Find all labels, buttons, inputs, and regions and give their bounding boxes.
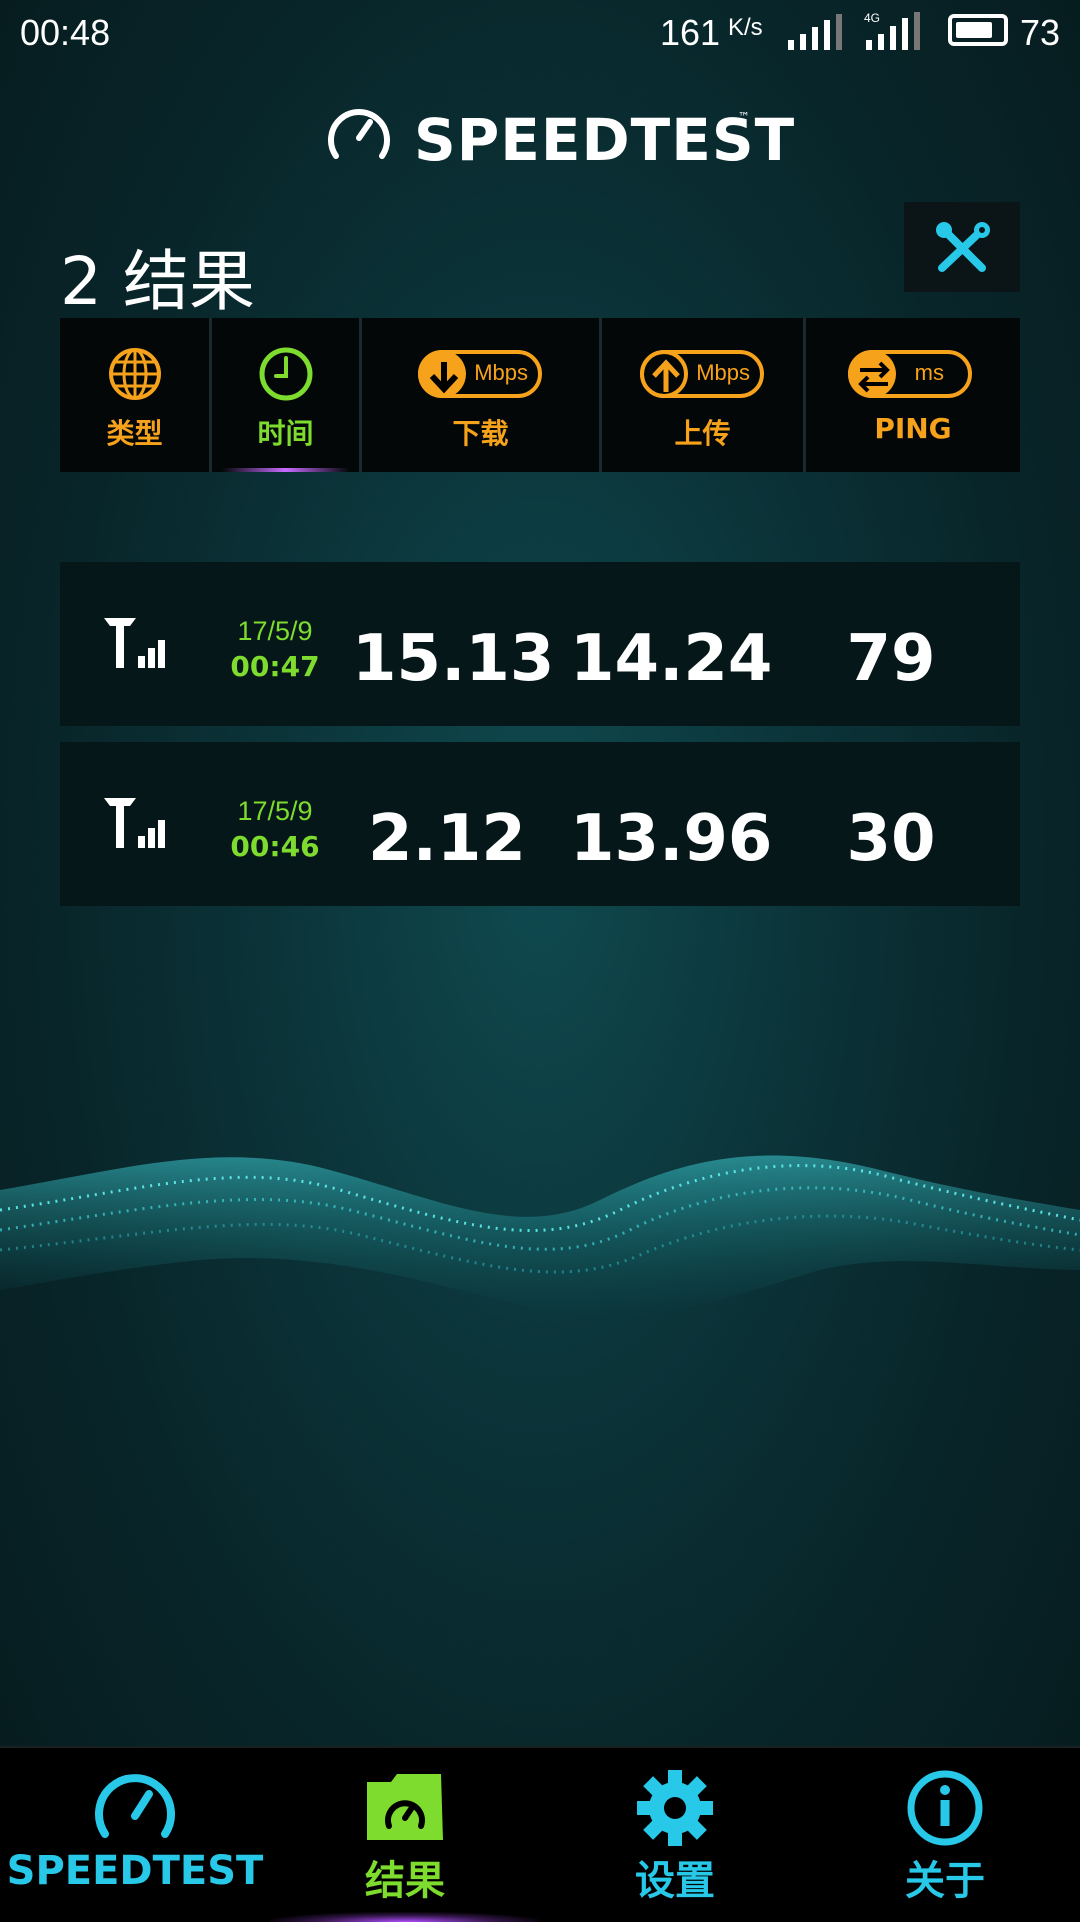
tools-button[interactable] <box>904 202 1020 292</box>
tab-type-label: 类型 <box>106 417 163 450</box>
tab-upload-label: 上传 <box>674 417 731 450</box>
ping-arrows-icon <box>858 361 890 393</box>
tab-time[interactable]: 时间 <box>212 318 362 472</box>
result-upload: 14.24 <box>570 622 773 696</box>
result-row[interactable]: 17/5/9 00:47 15.13 14.24 79 <box>60 562 1020 726</box>
wrench-screwdriver-icon <box>936 222 990 272</box>
globe-icon <box>108 348 161 400</box>
result-date: 17/5/9 <box>237 616 313 646</box>
results-column-header: 类型 时间 Mbps 下载 Mbps 上传 ms PING <box>60 318 1020 472</box>
logo-trademark: ™ <box>738 110 750 124</box>
clock-icon <box>259 347 312 401</box>
nav-results[interactable]: 结果 <box>270 1748 540 1922</box>
status-bar: 00:48 161 K/s 4G 73 <box>0 0 1080 70</box>
result-download: 15.13 <box>352 622 555 696</box>
tab-download[interactable]: Mbps 下载 <box>362 318 602 472</box>
ping-unit: ms <box>914 360 944 385</box>
nav-about-label: 关于 <box>905 1858 985 1904</box>
upload-arrow-icon <box>652 359 680 392</box>
speedometer-icon <box>95 1774 175 1838</box>
nav-speedtest[interactable]: SPEEDTEST <box>0 1748 270 1922</box>
wave-background <box>0 1155 1080 1317</box>
status-time: 00:48 <box>20 12 111 53</box>
result-ping: 79 <box>846 622 936 696</box>
speedometer-logo-icon <box>328 109 390 159</box>
battery-percent: 73 <box>1020 12 1061 53</box>
results-count-title: 2 结果 <box>60 243 255 320</box>
app-logo: SPEEDTEST ™ <box>320 100 794 174</box>
battery-icon <box>948 14 1008 46</box>
cellular-signal-icon <box>104 618 165 668</box>
ping-unit-pill: ms <box>848 350 972 398</box>
status-net-speed-unit: K/s <box>728 14 763 41</box>
tab-upload[interactable]: Mbps 上传 <box>602 318 806 472</box>
upload-unit: Mbps <box>696 360 750 385</box>
tab-time-label: 时间 <box>257 417 314 450</box>
tab-ping[interactable]: ms PING <box>806 318 1020 472</box>
nav-settings[interactable]: 设置 <box>540 1748 810 1922</box>
result-ping: 30 <box>846 802 936 876</box>
tab-download-label: 下载 <box>452 417 509 450</box>
result-upload: 13.96 <box>570 802 773 876</box>
result-download: 2.12 <box>368 802 526 876</box>
cellular-signal-icon <box>104 798 165 848</box>
cellular-4g-signal-icon: 4G <box>864 11 920 50</box>
nav-settings-label: 设置 <box>635 1858 715 1904</box>
gear-icon <box>637 1770 713 1846</box>
result-row[interactable]: 17/5/9 00:46 2.12 13.96 30 <box>60 742 1020 906</box>
result-date: 17/5/9 <box>237 796 313 826</box>
wifi-signal-icon <box>788 14 842 50</box>
result-time: 00:46 <box>230 830 320 863</box>
download-arrow-icon <box>429 362 459 394</box>
nav-speedtest-label: SPEEDTEST <box>6 1848 264 1894</box>
nav-about[interactable]: 关于 <box>810 1748 1080 1922</box>
download-unit-pill: Mbps <box>418 350 542 398</box>
tab-type[interactable]: 类型 <box>60 318 212 472</box>
download-unit: Mbps <box>474 360 528 385</box>
svg-text:4G: 4G <box>864 11 880 25</box>
info-icon <box>907 1770 983 1846</box>
upload-unit-pill: Mbps <box>640 350 764 398</box>
results-folder-icon <box>367 1774 443 1840</box>
nav-results-label: 结果 <box>365 1858 445 1904</box>
result-time: 00:47 <box>230 650 320 683</box>
bottom-navigation: SPEEDTEST 结果 设置 关于 <box>0 1746 1080 1922</box>
tab-ping-label: PING <box>874 412 952 445</box>
status-net-speed: 161 <box>660 12 721 53</box>
